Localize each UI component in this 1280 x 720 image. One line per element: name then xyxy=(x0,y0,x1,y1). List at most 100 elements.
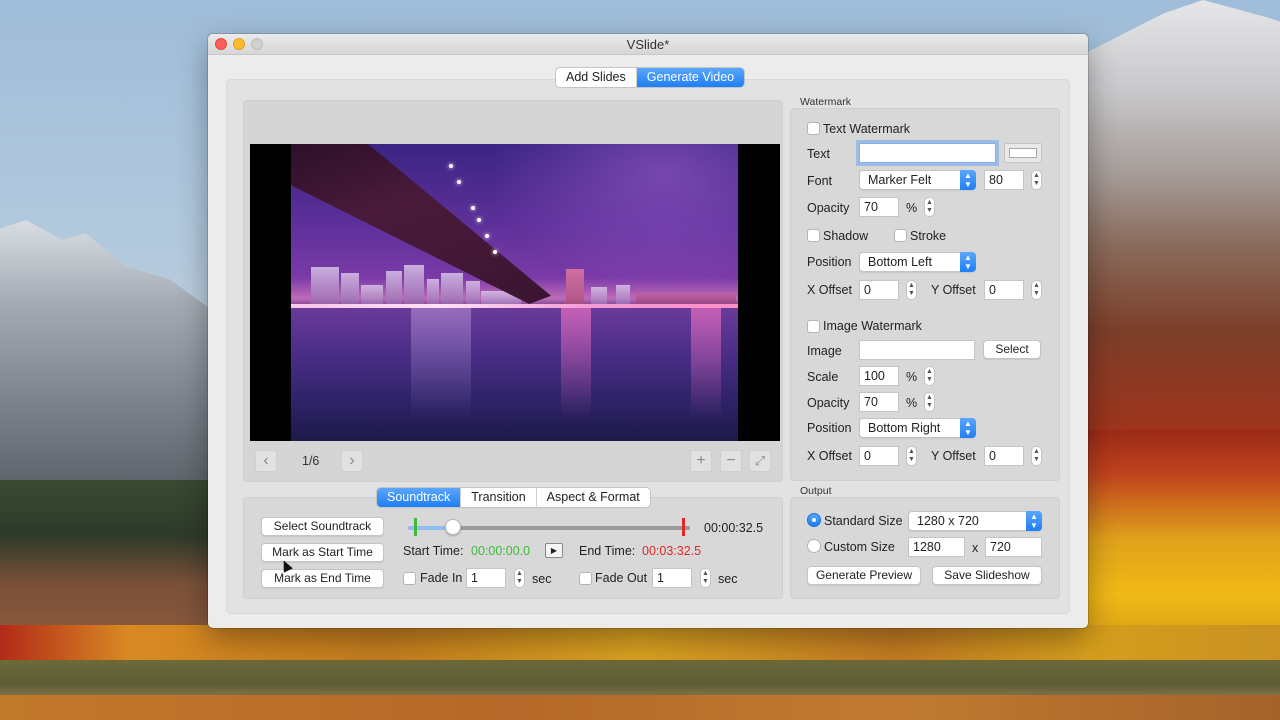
fade-out-unit: sec xyxy=(718,572,738,586)
text-opacity-stepper[interactable]: ▲ ▼ xyxy=(924,197,935,217)
tab-generate-video[interactable]: Generate Video xyxy=(636,68,745,87)
zoom-out-button[interactable]: − xyxy=(720,450,742,472)
standard-size-select[interactable]: 1280 x 720 ▲ ▼ xyxy=(908,511,1042,531)
fade-out-input[interactable]: 1 xyxy=(652,568,692,588)
font-size-input[interactable]: 80 xyxy=(984,170,1024,190)
title-bar[interactable]: VSlide* xyxy=(208,34,1088,55)
text-position-label: Position xyxy=(807,255,852,269)
image-y-offset-stepper[interactable]: ▲ ▼ xyxy=(1031,446,1042,466)
tab-aspect-format[interactable]: Aspect & Format xyxy=(537,488,650,507)
shadow-label: Shadow xyxy=(823,229,869,243)
text-position-value: Bottom Left xyxy=(868,255,932,269)
text-x-offset-stepper[interactable]: ▲ ▼ xyxy=(906,280,917,300)
text-label: Text xyxy=(807,147,830,161)
text-x-offset-input[interactable]: 0 xyxy=(859,280,899,300)
size-separator: x xyxy=(972,541,979,555)
text-x-offset-label: X Offset xyxy=(807,283,852,297)
slider-knob[interactable] xyxy=(445,519,462,535)
custom-height-input[interactable]: 720 xyxy=(985,537,1042,557)
sub-tab-bar: Soundtrack Transition Aspect & Format xyxy=(377,488,650,507)
page-indicator: 1/6 xyxy=(302,454,320,468)
previous-slide-button[interactable]: ‹ xyxy=(255,450,277,472)
image-opacity-stepper[interactable]: ▲ ▼ xyxy=(924,392,935,412)
stepper-arrows-icon: ▲ ▼ xyxy=(702,570,709,585)
image-x-offset-stepper[interactable]: ▲ ▼ xyxy=(906,446,917,466)
font-select[interactable]: Marker Felt ▲ ▼ xyxy=(859,170,976,190)
image-y-offset-label: Y Offset xyxy=(931,449,976,463)
font-select-value: Marker Felt xyxy=(868,173,932,187)
generate-preview-button[interactable]: Generate Preview xyxy=(807,566,921,585)
fade-out-stepper[interactable]: ▲ ▼ xyxy=(700,568,711,588)
standard-size-value: 1280 x 720 xyxy=(917,514,979,528)
start-time-value: 00:00:00.0 xyxy=(471,544,531,558)
soundtrack-position-slider[interactable] xyxy=(408,518,690,536)
scale-stepper[interactable]: ▲ ▼ xyxy=(924,366,935,386)
fade-in-input[interactable]: 1 xyxy=(466,568,506,588)
fade-in-stepper[interactable]: ▲ ▼ xyxy=(514,568,525,588)
stepper-arrows-icon: ▲ ▼ xyxy=(1033,282,1040,297)
minus-icon: − xyxy=(726,452,736,469)
play-button[interactable]: ▶ xyxy=(545,543,563,558)
percent-label: % xyxy=(906,396,918,410)
tab-soundtrack[interactable]: Soundtrack xyxy=(377,488,462,507)
image-x-offset-input[interactable]: 0 xyxy=(859,446,899,466)
chevron-right-icon: › xyxy=(349,452,355,469)
image-water xyxy=(291,308,738,441)
image-path-input[interactable] xyxy=(859,340,975,360)
stepper-arrows-icon: ▲ ▼ xyxy=(926,394,933,409)
image-watermark-checkbox[interactable] xyxy=(807,320,820,333)
watermark-text-input[interactable] xyxy=(859,143,996,163)
image-y-offset-input[interactable]: 0 xyxy=(984,446,1024,466)
end-time-label: End Time: xyxy=(579,544,636,558)
slide-preview-image xyxy=(291,144,738,441)
font-size-stepper[interactable]: ▲ ▼ xyxy=(1031,170,1042,190)
zoom-in-button[interactable]: + xyxy=(690,450,712,472)
image-position-select[interactable]: Bottom Right ▲ ▼ xyxy=(859,418,976,438)
image-reflection xyxy=(411,308,471,418)
fade-out-checkbox[interactable] xyxy=(579,572,592,585)
image-position-value: Bottom Right xyxy=(868,421,941,435)
mark-end-time-button[interactable]: Mark as End Time xyxy=(261,569,384,588)
standard-size-radio[interactable] xyxy=(807,513,821,527)
text-y-offset-input[interactable]: 0 xyxy=(984,280,1024,300)
percent-label: % xyxy=(906,201,918,215)
tab-transition[interactable]: Transition xyxy=(461,488,537,507)
fullscreen-button[interactable]: ⤢ xyxy=(749,450,771,472)
custom-width-input[interactable]: 1280 xyxy=(908,537,965,557)
text-opacity-input[interactable]: 70 xyxy=(859,197,899,217)
current-time: 00:00:32.5 xyxy=(704,521,764,535)
select-soundtrack-button[interactable]: Select Soundtrack xyxy=(261,517,384,536)
play-icon: ▶ xyxy=(550,546,558,555)
fade-in-checkbox[interactable] xyxy=(403,572,416,585)
select-image-button[interactable]: Select xyxy=(983,340,1041,359)
text-position-select[interactable]: Bottom Left ▲ ▼ xyxy=(859,252,976,272)
font-label: Font xyxy=(807,174,833,188)
text-color-well[interactable] xyxy=(1004,143,1042,163)
image-label: Image xyxy=(807,344,842,358)
popup-arrows-icon: ▲ ▼ xyxy=(1026,511,1042,531)
wallpaper-lake xyxy=(0,695,1280,720)
percent-label: % xyxy=(906,370,918,384)
save-slideshow-button[interactable]: Save Slideshow xyxy=(932,566,1042,585)
plus-icon: + xyxy=(696,452,706,469)
stepper-arrows-icon: ▲ ▼ xyxy=(1033,172,1040,187)
image-opacity-label: Opacity xyxy=(807,396,850,410)
next-slide-button[interactable]: › xyxy=(341,450,363,472)
preview-stage xyxy=(250,144,780,441)
custom-size-radio[interactable] xyxy=(807,539,821,553)
stroke-checkbox[interactable] xyxy=(894,229,907,242)
main-tab-bar: Add Slides Generate Video xyxy=(556,68,745,87)
image-x-offset-label: X Offset xyxy=(807,449,852,463)
end-time-marker[interactable] xyxy=(681,518,685,536)
mark-start-time-button[interactable]: Mark as Start Time xyxy=(261,543,384,562)
tab-add-slides[interactable]: Add Slides xyxy=(556,68,637,87)
shadow-checkbox[interactable] xyxy=(807,229,820,242)
text-watermark-checkbox[interactable] xyxy=(807,122,820,135)
chevron-left-icon: ‹ xyxy=(263,452,269,469)
image-opacity-input[interactable]: 70 xyxy=(859,392,899,412)
scale-input[interactable]: 100 xyxy=(859,366,899,386)
expand-icon: ⤢ xyxy=(754,453,766,468)
text-y-offset-stepper[interactable]: ▲ ▼ xyxy=(1031,280,1042,300)
start-time-marker[interactable] xyxy=(413,518,417,536)
vslide-window: VSlide* Add Slides Generate Video ‹ 1/6 … xyxy=(208,34,1088,628)
